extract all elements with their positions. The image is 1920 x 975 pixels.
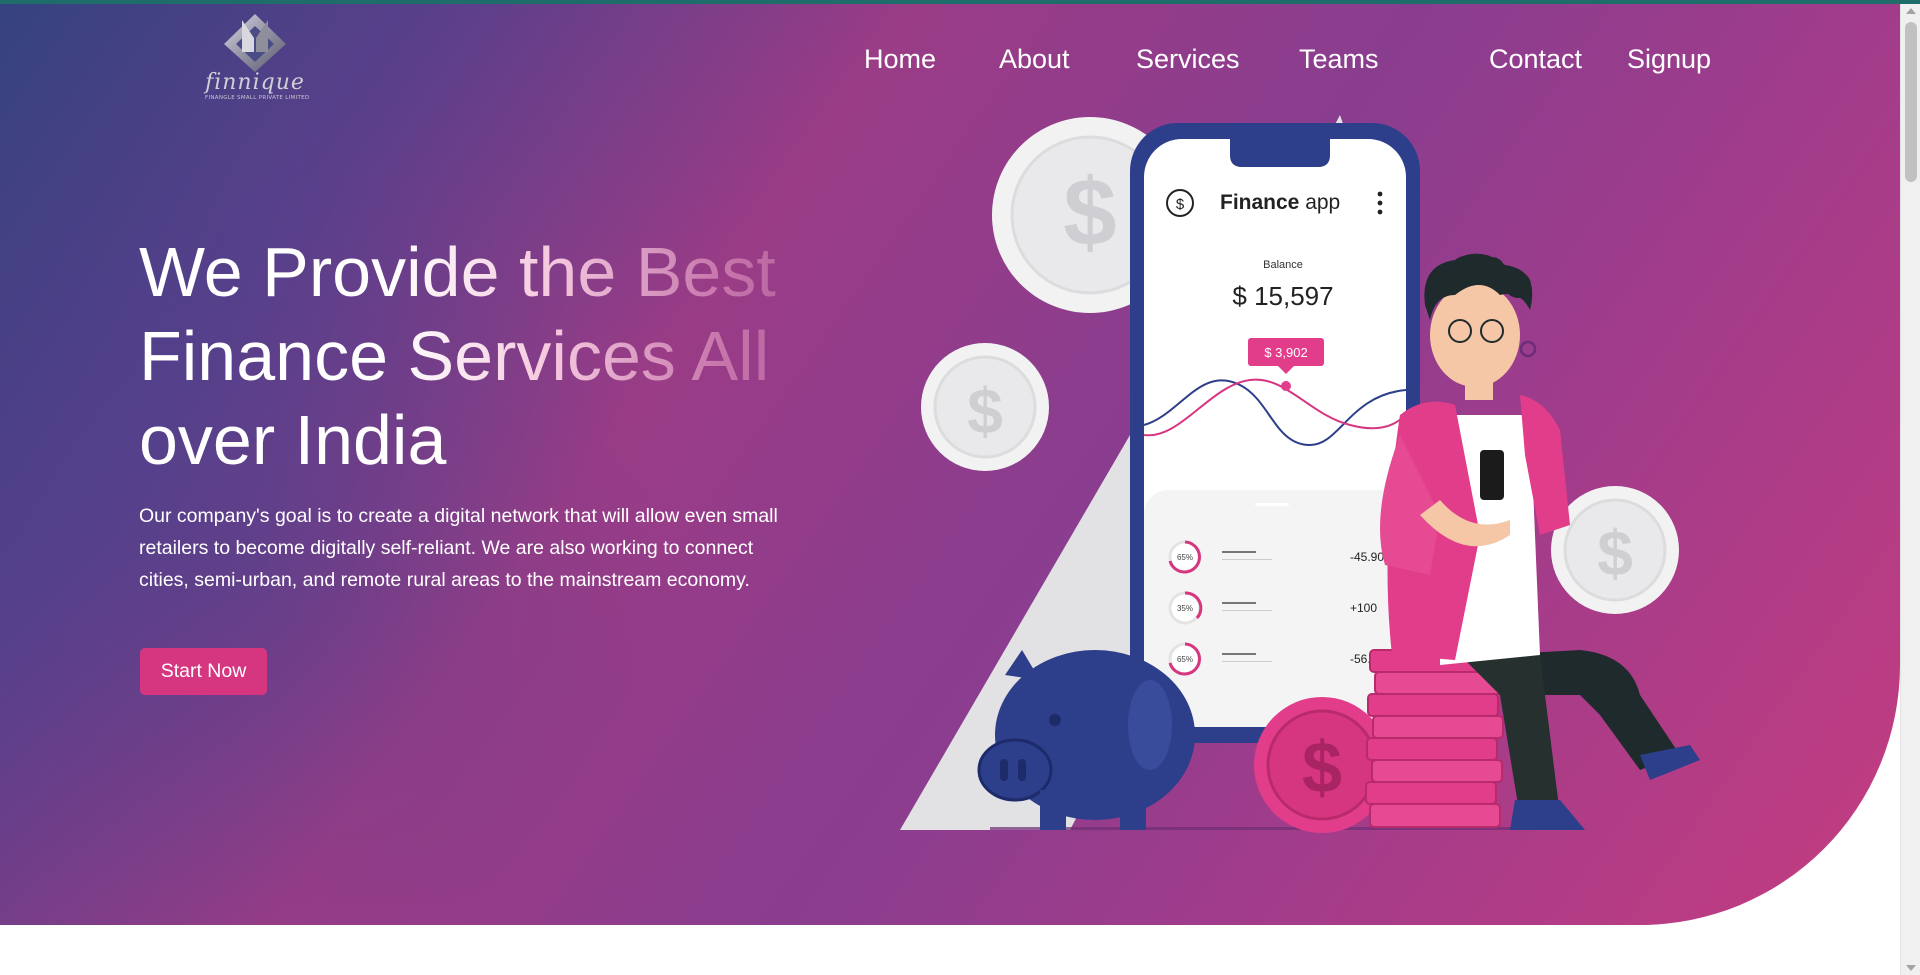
- brand-tagline: FINANGLE SMALL PRIVATE LIMITED: [205, 95, 310, 101]
- svg-text:$: $: [1302, 728, 1342, 808]
- svg-text:$: $: [967, 375, 1003, 447]
- svg-text:65%: 65%: [1177, 655, 1193, 664]
- finance-illustration: $ $ $ $ Finance app Balance $ 15,597 $ 3…: [900, 115, 1700, 833]
- hero-headline: We Provide the Best Finance Services All…: [139, 230, 859, 482]
- balance-label: Balance: [1263, 259, 1303, 271]
- svg-text:$: $: [1176, 196, 1185, 213]
- start-now-button[interactable]: Start Now: [140, 648, 267, 695]
- hero-section: finnique FINANGLE SMALL PRIVATE LIMITED …: [0, 0, 1900, 925]
- nav-home[interactable]: Home: [864, 44, 936, 75]
- svg-text:$: $: [1063, 159, 1116, 266]
- nav-teams[interactable]: Teams: [1299, 44, 1379, 75]
- browser-top-border: [0, 0, 1920, 4]
- main-nav: Home About Services Teams Contact Signup: [0, 44, 1900, 84]
- nav-services[interactable]: Services: [1136, 44, 1240, 75]
- svg-text:$: $: [1597, 517, 1633, 589]
- scroll-up-icon[interactable]: [1906, 8, 1916, 14]
- nav-signup[interactable]: Signup: [1627, 44, 1711, 75]
- page-scrollbar[interactable]: [1900, 4, 1920, 975]
- nav-about[interactable]: About: [999, 44, 1070, 75]
- headline-line-1: We Provide the Best: [139, 230, 859, 314]
- headline-line-2: Finance Services All: [139, 314, 859, 398]
- svg-text:+100: +100: [1350, 601, 1377, 615]
- scrollbar-thumb[interactable]: [1905, 22, 1917, 182]
- more-vertical-icon: [1377, 191, 1383, 215]
- balance-value: $ 15,597: [1232, 281, 1333, 311]
- svg-text:65%: 65%: [1177, 553, 1193, 562]
- nav-contact[interactable]: Contact: [1489, 44, 1582, 75]
- headline-line-3: over India: [139, 401, 447, 479]
- app-title: Finance app: [1220, 191, 1340, 214]
- svg-text:35%: 35%: [1177, 604, 1193, 613]
- svg-text:-45.90: -45.90: [1350, 550, 1384, 564]
- scroll-down-icon[interactable]: [1906, 965, 1916, 971]
- tooltip-value: $ 3,902: [1264, 345, 1307, 360]
- hero-description: Our company's goal is to create a digita…: [139, 505, 778, 591]
- dollar-coin-icon: $: [921, 343, 1049, 471]
- dollar-coin-icon: $: [1551, 486, 1679, 614]
